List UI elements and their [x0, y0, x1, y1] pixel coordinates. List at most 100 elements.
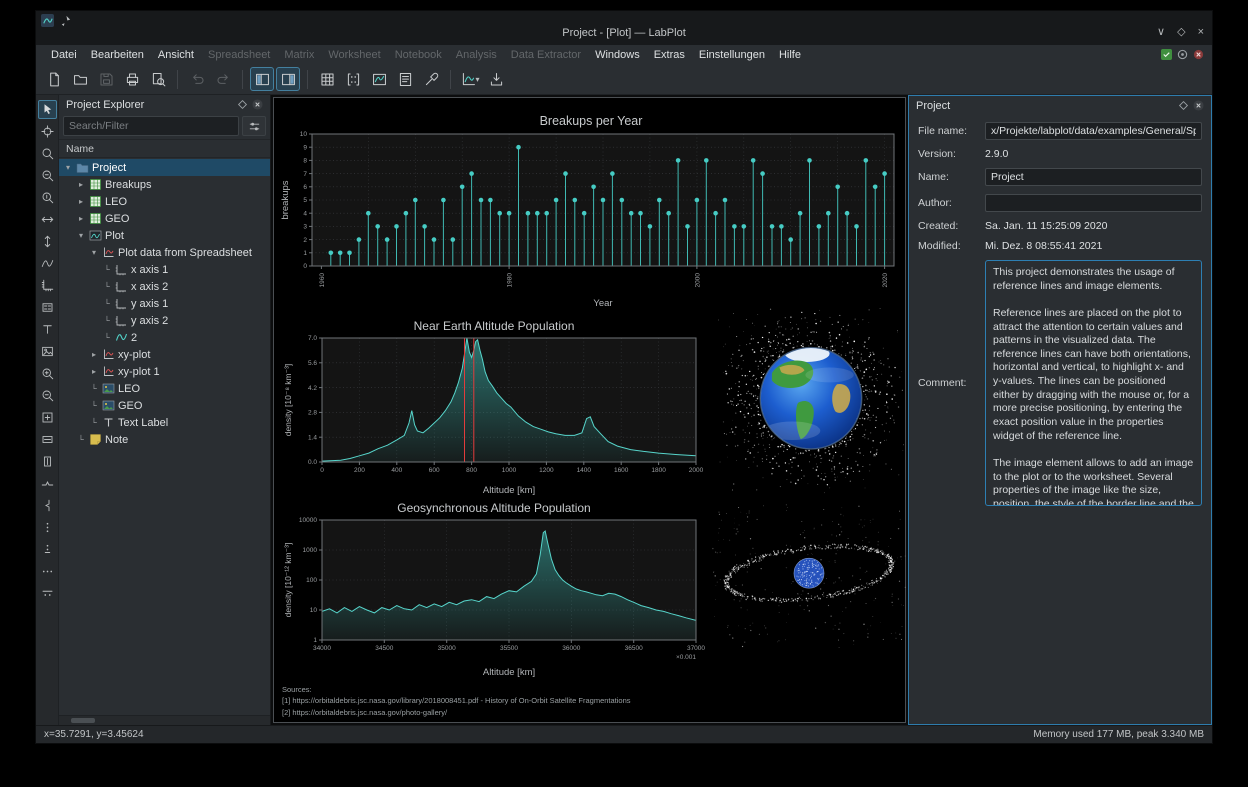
new-matrix-button[interactable] — [341, 67, 365, 91]
expander-icon[interactable]: ▸ — [89, 350, 99, 359]
menu-datei[interactable]: Datei — [44, 49, 84, 61]
toggle-properties-dock-button[interactable] — [276, 67, 300, 91]
author-field[interactable] — [985, 194, 1202, 212]
tree-item-y-axis-1[interactable]: └ y axis 1 — [59, 295, 270, 312]
add-curve-icon[interactable] — [38, 254, 57, 273]
float-dock-icon[interactable] — [1176, 98, 1191, 113]
zoom-in-icon[interactable] — [38, 364, 57, 383]
menu-bearbeiten[interactable]: Bearbeiten — [84, 49, 151, 61]
minimize-button[interactable]: ∨ — [1157, 25, 1165, 39]
add-axis-icon[interactable] — [38, 276, 57, 295]
zoom-fit-height-icon[interactable] — [38, 452, 57, 471]
tree-item-x-axis-1[interactable]: └ x axis 1 — [59, 261, 270, 278]
tree-item-leo[interactable]: ▸ LEO — [59, 193, 270, 210]
red-close-icon[interactable] — [1193, 49, 1204, 60]
tree-item-y-axis-2[interactable]: └ y axis 2 — [59, 312, 270, 329]
expander-icon[interactable]: ▾ — [89, 248, 99, 257]
close-dock-icon[interactable] — [1191, 98, 1206, 113]
explorer-hscrollbar[interactable] — [59, 715, 270, 725]
zoom-fit-icon[interactable] — [38, 408, 57, 427]
tree-item-geo[interactable]: ▸ GEO — [59, 210, 270, 227]
select-icon[interactable] — [37, 100, 57, 119]
tree-item-plot[interactable]: ▾ Plot — [59, 227, 270, 244]
expander-icon[interactable]: ▸ — [76, 214, 86, 223]
new-spreadsheet-button[interactable] — [315, 67, 339, 91]
name-field[interactable] — [985, 168, 1202, 186]
crosshair-icon[interactable] — [38, 122, 57, 141]
green-check-icon[interactable] — [1161, 49, 1172, 60]
new-project-button[interactable] — [42, 67, 66, 91]
import-button[interactable] — [484, 67, 508, 91]
tree-column-header[interactable]: Name — [59, 139, 270, 158]
expander-icon[interactable]: ▾ — [63, 163, 73, 172]
breakups-chart[interactable]: 0 1 2 3 4 5 6 7 8 9 10 1960 1980 2000 2020 Breakups per… — [278, 112, 904, 310]
project-explorer-header[interactable]: Project Explorer — [59, 95, 270, 114]
filter-options-button[interactable] — [242, 116, 266, 136]
add-text-icon[interactable] — [38, 320, 57, 339]
expander-icon[interactable]: ▸ — [89, 367, 99, 376]
tree-item-xy-plot-1[interactable]: ▸ xy-plot 1 — [59, 363, 270, 380]
add-image-icon[interactable] — [38, 342, 57, 361]
close-dock-icon[interactable] — [250, 97, 265, 112]
menu-ansicht[interactable]: Ansicht — [151, 49, 201, 61]
svg-text:10000: 10000 — [299, 517, 317, 524]
open-project-button[interactable] — [68, 67, 92, 91]
sources-text-label[interactable]: Sources: [1] https://orbitaldebris.jsc.n… — [282, 684, 631, 718]
expander-icon[interactable]: ▾ — [76, 231, 86, 240]
shift-y-icon[interactable] — [38, 232, 57, 251]
worksheet-page[interactable]: 0 1 2 3 4 5 6 7 8 9 10 1960 1980 2000 2020 Breakups per… — [273, 97, 906, 723]
earth-debris-image[interactable] — [718, 308, 904, 494]
new-worksheet-button[interactable] — [367, 67, 391, 91]
expander-icon[interactable]: ▸ — [76, 197, 86, 206]
tree-item-breakups[interactable]: ▸ Breakups — [59, 176, 270, 193]
tree-item-text-label[interactable]: └ Text Label — [59, 414, 270, 431]
tree-item-xy-plot[interactable]: ▸ xy-plot — [59, 346, 270, 363]
tree-item-leo[interactable]: └ LEO — [59, 380, 270, 397]
menu-extras[interactable]: Extras — [647, 49, 692, 61]
titlebar[interactable]: Project - [Plot] — LabPlot ∨ ◇ × — [36, 11, 1212, 45]
tree-item-geo[interactable]: └ GEO — [59, 397, 270, 414]
geo-debris-image[interactable] — [712, 496, 906, 664]
shift-x-icon[interactable] — [38, 210, 57, 229]
print-preview-button[interactable] — [146, 67, 170, 91]
scrollbar-thumb[interactable] — [71, 718, 95, 723]
new-notebook-button[interactable] — [393, 67, 417, 91]
break-y-axis-icon[interactable] — [38, 496, 57, 515]
expander-icon[interactable]: ▸ — [76, 180, 86, 189]
worksheet-toolbar — [36, 95, 59, 725]
toggle-project-explorer-button[interactable] — [250, 67, 274, 91]
near-earth-chart[interactable]: 0.0 1.4 2.8 4.2 5.6 7.0 0 200 400 600 800 1000 1200 1… — [282, 318, 706, 496]
close-button[interactable]: × — [1198, 25, 1204, 39]
zoom-select-icon[interactable] — [38, 144, 57, 163]
data-extractor-button[interactable] — [419, 67, 443, 91]
shift-up-icon[interactable] — [38, 518, 57, 537]
expand-all-icon[interactable] — [38, 562, 57, 581]
comment-field[interactable]: This project demonstrates the usage of r… — [985, 260, 1202, 506]
file-name-field[interactable] — [985, 122, 1202, 140]
zoom-y-select-icon[interactable] — [38, 188, 57, 207]
properties-header[interactable]: Project — [909, 96, 1211, 115]
tree-item-plot-data-from-spreadsheet[interactable]: ▾ Plot data from Spreadsheet — [59, 244, 270, 261]
restore-button[interactable]: ◇ — [1177, 25, 1185, 39]
tree-item-project[interactable]: ▾ Project — [59, 159, 270, 176]
tree-item-x-axis-2[interactable]: └ x axis 2 — [59, 278, 270, 295]
menu-hilfe[interactable]: Hilfe — [772, 49, 808, 61]
zoom-x-select-icon[interactable] — [38, 166, 57, 185]
shift-down-icon[interactable] — [38, 540, 57, 559]
tree-item-note[interactable]: └ Note — [59, 431, 270, 448]
zoom-out-icon[interactable] — [38, 386, 57, 405]
collapse-all-icon[interactable] — [38, 584, 57, 603]
pin-icon[interactable] — [59, 14, 72, 27]
geo-chart[interactable]: 1 10 100 1000 10000 34000 34500 35000 35500 36000… — [282, 500, 706, 678]
print-button[interactable] — [120, 67, 144, 91]
gray-dot-icon[interactable] — [1177, 49, 1188, 60]
tree-item-2[interactable]: └ 2 — [59, 329, 270, 346]
menu-einstellungen[interactable]: Einstellungen — [692, 49, 772, 61]
menu-windows[interactable]: Windows — [588, 49, 647, 61]
zoom-fit-width-icon[interactable] — [38, 430, 57, 449]
float-dock-icon[interactable] — [235, 97, 250, 112]
search-input[interactable] — [63, 116, 239, 136]
break-x-axis-icon[interactable] — [38, 474, 57, 493]
new-plot-button[interactable]: ▾ — [458, 67, 482, 91]
add-legend-icon[interactable] — [38, 298, 57, 317]
